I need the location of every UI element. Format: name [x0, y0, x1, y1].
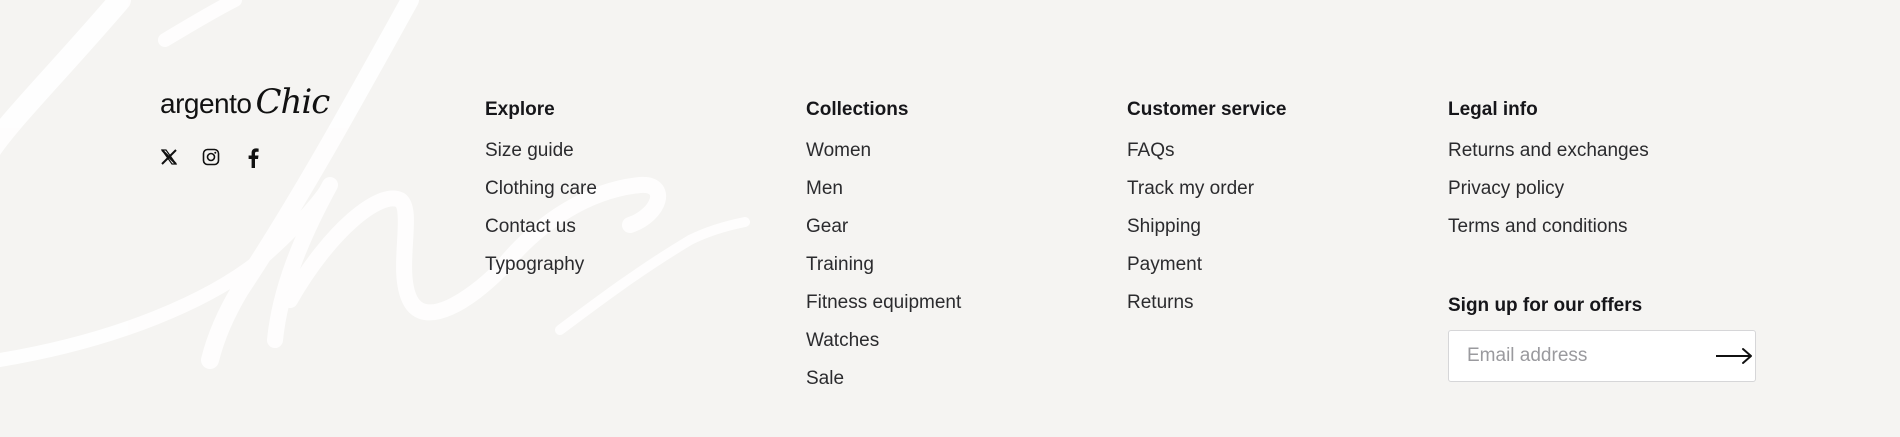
footer-link-contact-us[interactable]: Contact us — [485, 215, 597, 239]
footer-column-legal: Legal info Returns and exchanges Privacy… — [1448, 98, 1649, 253]
newsletter-signup: Sign up for our offers — [1448, 294, 1756, 382]
instagram-icon[interactable] — [202, 148, 222, 168]
footer-link-women[interactable]: Women — [806, 139, 961, 163]
footer-link-men[interactable]: Men — [806, 177, 961, 201]
footer-link-typography[interactable]: Typography — [485, 253, 597, 277]
footer-link-gear[interactable]: Gear — [806, 215, 961, 239]
footer-column-customer-service: Customer service FAQs Track my order Shi… — [1127, 98, 1286, 329]
brand-block: argento Chic — [160, 82, 330, 168]
footer-link-faqs[interactable]: FAQs — [1127, 139, 1286, 163]
arrow-right-icon[interactable] — [1714, 346, 1754, 366]
footer-link-shipping[interactable]: Shipping — [1127, 215, 1286, 239]
footer-link-terms[interactable]: Terms and conditions — [1448, 215, 1649, 239]
x-icon[interactable] — [160, 148, 180, 168]
footer-link-fitness-equipment[interactable]: Fitness equipment — [806, 291, 961, 315]
facebook-icon[interactable] — [244, 148, 264, 168]
footer-link-payment[interactable]: Payment — [1127, 253, 1286, 277]
column-title: Collections — [806, 99, 909, 120]
logo[interactable]: argento Chic — [160, 82, 330, 122]
footer-column-collections: Collections Women Men Gear Training Fitn… — [806, 98, 961, 405]
logo-wordmark: argento — [160, 88, 252, 119]
footer-link-sale[interactable]: Sale — [806, 367, 961, 391]
logo-script: Chic — [255, 82, 330, 122]
footer-link-returns[interactable]: Returns — [1127, 291, 1286, 315]
column-title: Customer service — [1127, 99, 1287, 120]
email-form — [1448, 330, 1756, 382]
footer-link-watches[interactable]: Watches — [806, 329, 961, 353]
footer-link-privacy-policy[interactable]: Privacy policy — [1448, 177, 1649, 201]
footer-link-returns-exchanges[interactable]: Returns and exchanges — [1448, 139, 1649, 163]
column-title: Legal info — [1448, 99, 1538, 120]
footer-link-training[interactable]: Training — [806, 253, 961, 277]
footer-link-size-guide[interactable]: Size guide — [485, 139, 597, 163]
footer-link-clothing-care[interactable]: Clothing care — [485, 177, 597, 201]
newsletter-title: Sign up for our offers — [1448, 295, 1643, 316]
email-input[interactable] — [1465, 344, 1714, 368]
footer-link-track-order[interactable]: Track my order — [1127, 177, 1286, 201]
footer-column-explore: Explore Size guide Clothing care Contact… — [485, 98, 597, 291]
site-footer: argento Chic Explore Size guide Clothing… — [0, 0, 1900, 437]
column-title: Explore — [485, 99, 555, 120]
social-links — [160, 148, 329, 168]
